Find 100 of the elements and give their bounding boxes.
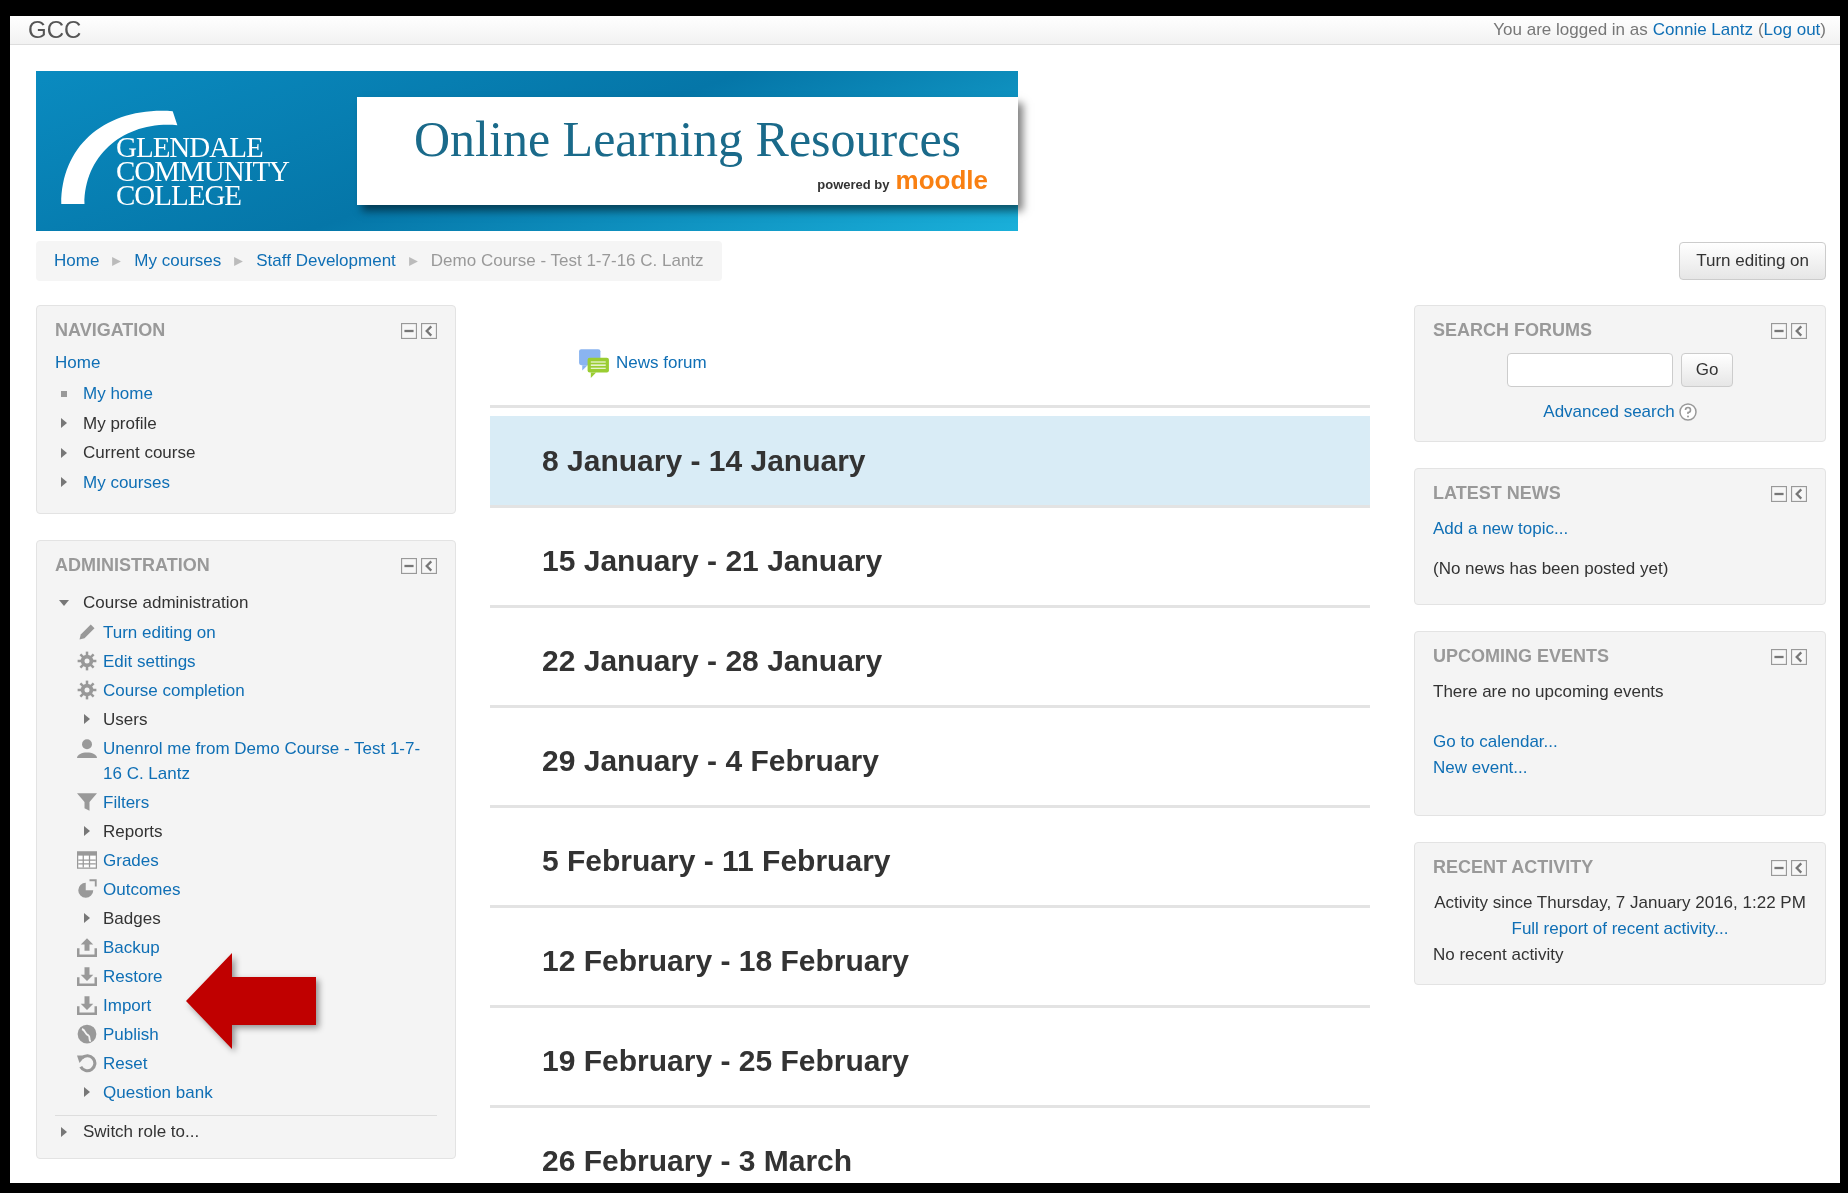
logout-link[interactable]: Log out — [1763, 20, 1821, 40]
paren-text: ) — [1820, 20, 1826, 40]
help-icon[interactable] — [1678, 403, 1697, 421]
admin-item[interactable]: Unenrol me from Demo Course - Test 1-7-16 C. Lantz — [103, 735, 437, 786]
expand-arrow-icon[interactable] — [82, 1086, 92, 1098]
week-title: 26 February - 3 March — [542, 1143, 853, 1178]
admin-item[interactable]: Backup — [103, 934, 160, 960]
reset-icon — [77, 1053, 97, 1073]
week-title: 22 January - 28 January — [542, 643, 883, 678]
globe-icon — [77, 1024, 97, 1044]
block-title: ADMINISTRATION — [55, 555, 210, 576]
week-title: 29 January - 4 February — [542, 743, 879, 778]
admin-item[interactable]: Restore — [103, 963, 163, 989]
block-title: NAVIGATION — [55, 320, 166, 341]
nav-item[interactable]: Current course — [83, 438, 196, 468]
collapse-icon[interactable] — [401, 557, 417, 574]
block-title: RECENT ACTIVITY — [1433, 857, 1594, 878]
download-icon — [77, 966, 97, 986]
table-icon — [77, 850, 97, 870]
week-title: 5 February - 11 February — [542, 843, 891, 878]
advanced-search-link[interactable]: Advanced search — [1543, 399, 1675, 425]
admin-item[interactable]: Users — [103, 706, 148, 732]
breadcrumb-current: Demo Course - Test 1-7-16 C. Lantz — [430, 251, 704, 271]
week-title: 19 February - 25 February — [542, 1043, 909, 1078]
no-activity-text: No recent activity — [1433, 944, 1565, 966]
powered-by-text: powered by — [817, 177, 890, 192]
pencil-icon — [77, 622, 97, 642]
banner-title: Online Learning Resources — [414, 110, 962, 168]
expand-arrow-icon[interactable] — [59, 476, 69, 489]
dock-icon[interactable] — [421, 557, 437, 574]
collapse-icon[interactable] — [401, 322, 417, 339]
admin-item[interactable]: Grades — [103, 847, 159, 873]
nav-item[interactable]: My courses — [83, 467, 170, 497]
download-icon — [77, 995, 97, 1015]
add-topic-link[interactable]: Add a new topic... — [1433, 519, 1569, 538]
admin-item[interactable]: Reset — [103, 1050, 148, 1076]
nav-item[interactable]: Switch role to... — [83, 1121, 200, 1142]
admin-item[interactable]: Filters — [103, 789, 150, 815]
dock-icon[interactable] — [421, 322, 437, 339]
chat-bubbles-icon — [578, 347, 610, 379]
admin-item[interactable]: Course completion — [103, 677, 245, 703]
collapse-icon[interactable] — [1771, 485, 1787, 502]
expand-arrow-icon[interactable] — [59, 446, 69, 459]
filter-icon — [77, 792, 97, 812]
week-title: 8 January - 14 January — [542, 443, 866, 478]
admin-item[interactable]: Badges — [103, 905, 161, 931]
gear-icon — [77, 651, 97, 671]
block-title: LATEST NEWS — [1433, 483, 1561, 504]
nav-link[interactable]: Home — [55, 353, 437, 373]
admin-item[interactable]: Reports — [103, 818, 163, 844]
admin-item[interactable]: Import — [103, 992, 152, 1018]
collapse-icon[interactable] — [1771, 648, 1787, 665]
breadcrumb-link[interactable]: Staff Development — [256, 251, 396, 271]
breadcrumb-link[interactable]: Home — [54, 251, 100, 271]
paren-text: ( — [1757, 20, 1764, 40]
collapse-icon[interactable] — [1771, 322, 1787, 339]
expand-arrow-icon[interactable] — [82, 825, 92, 837]
events-text: There are no upcoming events — [1433, 681, 1665, 703]
separator-icon — [233, 255, 245, 267]
activity-since-text: Activity since Thursday, 7 January 2016, 1:22 PM — [1433, 892, 1807, 914]
nav-item[interactable]: My profile — [83, 408, 157, 438]
block-title: SEARCH FORUMS — [1433, 320, 1592, 341]
event-link[interactable]: Go to calendar... — [1433, 732, 1558, 751]
admin-item[interactable]: Publish — [103, 1021, 159, 1047]
expand-arrow-icon[interactable] — [82, 912, 92, 924]
login-text: You are logged in as — [1493, 20, 1648, 40]
admin-item[interactable]: Edit settings — [103, 648, 196, 674]
breadcrumb-link[interactable]: My courses — [134, 251, 222, 271]
dock-icon[interactable] — [1791, 859, 1807, 876]
week-title: 12 February - 18 February — [542, 943, 909, 978]
expand-arrow-icon[interactable] — [59, 417, 69, 430]
separator-icon — [407, 255, 419, 267]
nav-item[interactable]: My home — [83, 379, 153, 409]
site-name[interactable]: GCC — [28, 16, 82, 44]
full-report-link[interactable]: Full report of recent activity... — [1511, 916, 1729, 942]
search-field[interactable] — [1506, 353, 1673, 387]
upload-icon — [77, 937, 97, 957]
expand-arrow-icon[interactable] — [82, 713, 92, 725]
expand-arrow-icon[interactable] — [59, 1125, 69, 1138]
dock-icon[interactable] — [1791, 648, 1807, 665]
news-text: (No news has been posted yet) — [1433, 558, 1670, 580]
pie-icon — [77, 879, 97, 899]
go-button[interactable]: Go — [1680, 353, 1734, 387]
user-icon — [77, 738, 97, 758]
admin-item[interactable]: Question bank — [103, 1079, 213, 1105]
event-link[interactable]: New event... — [1433, 758, 1528, 777]
dock-icon[interactable] — [1791, 322, 1807, 339]
separator-icon — [111, 255, 123, 267]
gear-icon — [77, 680, 97, 700]
user-link[interactable]: Connie Lantz — [1652, 20, 1753, 40]
week-title: 15 January - 21 January — [542, 543, 883, 578]
dock-icon[interactable] — [1791, 485, 1807, 502]
news-forum-link[interactable]: News forum — [616, 353, 707, 373]
nav-item[interactable]: Course administration — [83, 588, 249, 618]
brand-logo: moodle — [895, 168, 988, 192]
collapse-icon[interactable] — [1771, 859, 1787, 876]
admin-item[interactable]: Turn editing on — [103, 619, 216, 645]
block-title: UPCOMING EVENTS — [1433, 646, 1610, 667]
admin-item[interactable]: Outcomes — [103, 876, 181, 902]
turn-editing-on-button[interactable]: Turn editing on — [1679, 242, 1826, 280]
